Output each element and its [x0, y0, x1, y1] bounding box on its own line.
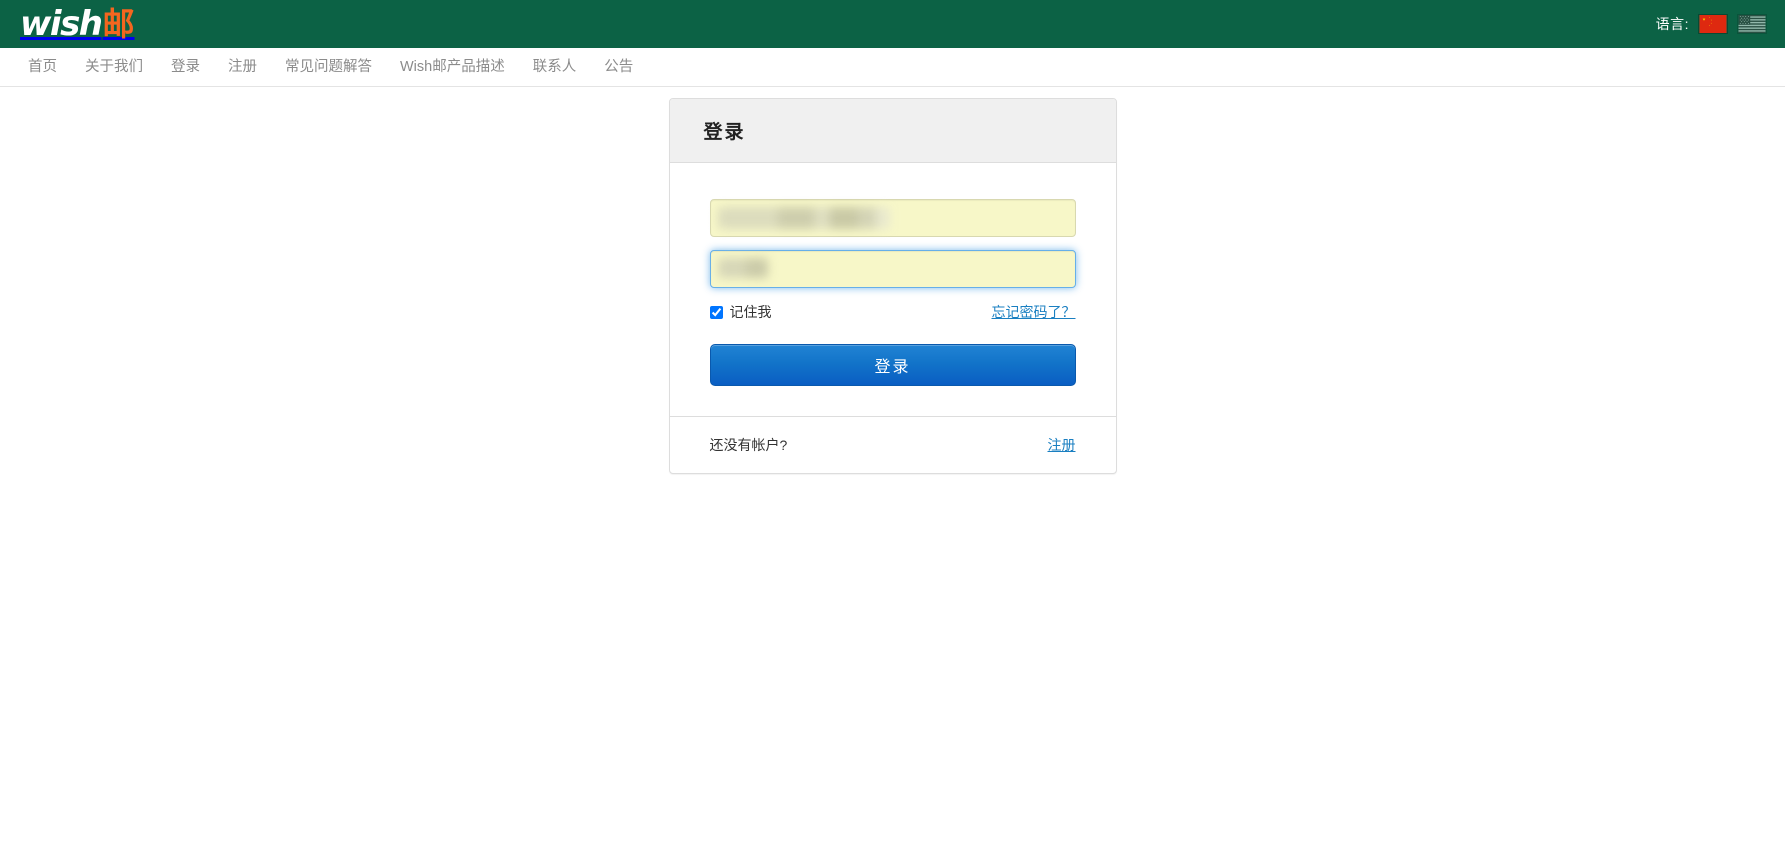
- remember-me-text: 记住我: [729, 304, 772, 320]
- register-link[interactable]: 注册: [1048, 435, 1076, 455]
- nav-item-announcements[interactable]: 公告: [590, 48, 647, 86]
- login-panel-footer: 还没有帐户? 注册: [669, 416, 1116, 473]
- page-content: 登录 记住我 忘记密码了？ 登录 还没有帐户? 注册: [0, 87, 1785, 474]
- chinese-flag-icon[interactable]: [1698, 14, 1728, 34]
- nav-item-faq[interactable]: 常见问题解答: [271, 48, 386, 86]
- nav-item-product-description[interactable]: Wish邮产品描述: [386, 48, 519, 86]
- us-flag-icon[interactable]: [1737, 14, 1767, 34]
- remember-me-checkbox[interactable]: [709, 305, 723, 319]
- language-label: 语言:: [1655, 16, 1689, 32]
- brand-logo[interactable]: wish 邮: [20, 7, 135, 41]
- site-header: wish 邮 语言:: [0, 0, 1785, 48]
- login-options-row: 记住我 忘记密码了？: [709, 302, 1076, 322]
- nav-item-register[interactable]: 注册: [214, 48, 271, 86]
- brand-logo-text: wish: [20, 4, 103, 44]
- password-field-wrapper: [709, 250, 1076, 288]
- username-input[interactable]: [709, 199, 1076, 237]
- nav-item-login[interactable]: 登录: [157, 48, 214, 86]
- no-account-prompt: 还没有帐户?: [709, 437, 788, 453]
- brand-logo-cjk: 邮: [102, 5, 135, 43]
- password-input[interactable]: [709, 250, 1076, 288]
- username-field-wrapper: [709, 199, 1076, 237]
- login-panel: 登录 记住我 忘记密码了？ 登录 还没有帐户? 注册: [668, 98, 1117, 474]
- nav-item-about-us[interactable]: 关于我们: [71, 48, 157, 86]
- forgot-password-link[interactable]: 忘记密码了？: [992, 302, 1076, 322]
- login-form: 记住我 忘记密码了？ 登录: [670, 163, 1116, 416]
- login-button[interactable]: 登录: [709, 344, 1076, 386]
- login-panel-header: 登录: [669, 99, 1116, 163]
- main-navigation: 首页 关于我们 登录 注册 常见问题解答 Wish邮产品描述 联系人 公告: [0, 48, 1785, 87]
- language-selector: 语言:: [1656, 14, 1767, 34]
- nav-item-contact[interactable]: 联系人: [519, 48, 591, 86]
- page-title: 登录: [703, 121, 746, 143]
- nav-item-home[interactable]: 首页: [14, 48, 71, 86]
- remember-me-label[interactable]: 记住我: [709, 302, 772, 322]
